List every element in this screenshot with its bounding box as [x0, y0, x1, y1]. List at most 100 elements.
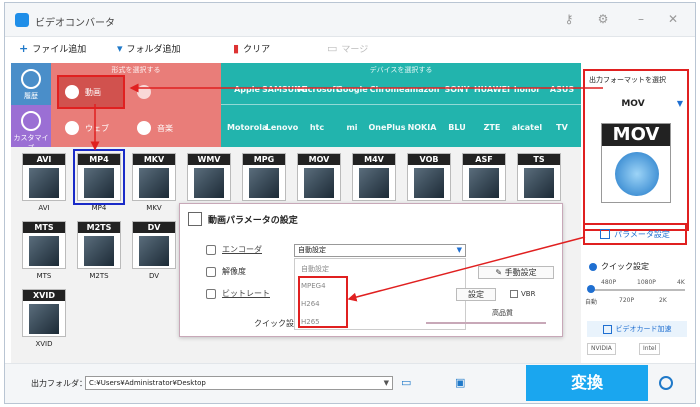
gear-icon — [21, 111, 41, 131]
device-logo-row2[interactable]: OnePlus — [367, 123, 407, 132]
history-icon — [21, 69, 41, 89]
output-folder-input[interactable]: C:¥Users¥Administrator¥Desktop ▼ — [85, 376, 393, 390]
close-icon[interactable]: ✕ — [665, 11, 681, 27]
open-folder-icon[interactable]: ▣ — [455, 376, 469, 389]
format-image — [29, 168, 59, 198]
add-folder-button[interactable]: ▾ フォルダ追加 — [117, 42, 181, 55]
quick-slider-knob[interactable] — [587, 285, 595, 293]
play-icon — [65, 85, 79, 99]
speed-icon — [589, 262, 597, 271]
format-image — [139, 236, 169, 266]
title-bar: ビデオコンバータ ⚷ ⚙ – ✕ — [5, 3, 695, 37]
key-icon[interactable]: ⚷ — [561, 11, 577, 27]
format-thumbnail: M4V — [352, 153, 396, 201]
format-caption: M2TS — [89, 272, 109, 280]
format-caption: DV — [148, 272, 160, 280]
device-logo-row2[interactable]: htc — [297, 123, 337, 132]
setting-button[interactable]: 設定 — [456, 288, 496, 301]
music-format-button[interactable]: 音楽 — [137, 121, 173, 135]
folder-icon[interactable]: ▭ — [401, 376, 415, 389]
speed-label-1080p: 1080P — [637, 279, 656, 286]
merge-button[interactable]: ▭ マージ — [327, 42, 368, 55]
device-logo-row1[interactable]: SONY — [437, 85, 477, 94]
output-format-box[interactable]: 出力フォーマットを選択 MOV ▼ MOV — [583, 69, 689, 231]
customize-button[interactable]: カスタマイズ — [11, 105, 51, 152]
add-file-button[interactable]: + ファイル追加 — [19, 42, 86, 55]
device-logo-row2[interactable]: Lenovo — [262, 123, 302, 132]
device-logo-row2[interactable]: alcatel — [507, 123, 547, 132]
device-logo-row1[interactable]: amazon — [402, 85, 442, 94]
format-tile-dv[interactable]: DV DV — [131, 221, 177, 280]
quick-setting-heading: クイック設定 — [589, 261, 649, 272]
format-tile-mts[interactable]: MTS MTS — [21, 221, 67, 280]
param-setting-button[interactable]: パラメータ設定 — [583, 223, 687, 245]
bottom-bar: 出力フォルダ： C:¥Users¥Administrator¥Desktop ▼… — [5, 363, 695, 403]
device-logo-row2[interactable]: ZTE — [472, 123, 512, 132]
device-logo-row1[interactable]: ASUS — [542, 85, 582, 94]
format-thumbnail-label: WMV — [188, 154, 230, 165]
format-tile-m2ts[interactable]: M2TS M2TS — [76, 221, 122, 280]
device-logo-row1[interactable]: Apple — [227, 85, 267, 94]
settings-icon[interactable]: ⚙ — [595, 11, 611, 27]
format-tile-mkv[interactable]: MKV MKV — [131, 153, 177, 212]
convert-button[interactable]: 変換 — [526, 365, 648, 401]
device-logo-row1[interactable]: HUAWEI — [472, 85, 512, 94]
speed-label-auto: 自動 — [585, 299, 598, 306]
quicktime-icon — [615, 152, 659, 196]
history-button[interactable]: 履歴 — [11, 63, 51, 105]
format-thumbnail-label: M2TS — [78, 222, 120, 233]
format-image — [29, 236, 59, 266]
format-thumbnail-label: TS — [518, 154, 560, 165]
device-logo-row2[interactable]: mi — [332, 123, 372, 132]
format-thumbnail-label: MP4 — [78, 154, 120, 165]
format-caption: MTS — [36, 272, 52, 280]
minimize-icon[interactable]: – — [633, 11, 649, 27]
format-thumbnail: XVID — [22, 289, 66, 337]
web-format-button[interactable]: ウェブ — [65, 121, 109, 135]
format-thumbnail: VOB — [407, 153, 451, 201]
device-logo-row1[interactable]: SAMSUNG — [262, 85, 307, 94]
hd-format-button[interactable] — [137, 85, 151, 99]
clear-button[interactable]: ▮ クリア — [233, 42, 270, 55]
gpu-icon — [602, 324, 612, 334]
format-image — [469, 168, 499, 198]
vbr-checkbox[interactable]: VBR — [510, 290, 535, 298]
speed-label-4k: 4K — [677, 279, 685, 286]
device-logo-row1[interactable]: Chrome — [367, 85, 407, 94]
chevron-down-icon: ▼ — [676, 99, 683, 108]
device-logo-row1[interactable]: Google — [332, 85, 372, 94]
device-logo-row2[interactable]: BLU — [437, 123, 477, 132]
video-param-dialog: 動画パラメータの設定 エンコーダ 解像度 ビットレート クイック設定 自動設定 … — [179, 203, 563, 337]
device-logo-row2[interactable]: Motorola — [227, 123, 267, 132]
format-thumbnail-label: XVID — [23, 290, 65, 301]
format-tile-mp4[interactable]: MP4 MP4 — [73, 149, 125, 212]
gpu-accel-button[interactable]: ビデオカード加速 — [587, 321, 687, 337]
format-thumbnail-label: MTS — [23, 222, 65, 233]
gear-icon — [206, 244, 216, 255]
codec-options-highlight — [298, 276, 348, 328]
quality-bar — [426, 322, 546, 324]
device-logo-row2[interactable]: TV — [542, 123, 582, 132]
option-auto[interactable]: 自動設定 — [301, 264, 329, 274]
format-tile-avi[interactable]: AVI AVI — [21, 153, 67, 212]
speed-label-480p: 480P — [601, 279, 617, 286]
output-format-value: MOV — [621, 99, 645, 109]
format-caption: AVI — [38, 204, 50, 212]
merge-icon: ▭ — [327, 42, 338, 55]
format-thumbnail-label: ASF — [463, 154, 505, 165]
trash-icon: ▮ — [233, 42, 240, 55]
format-tile-xvid[interactable]: XVID XVID — [21, 289, 67, 348]
speaker-icon — [137, 121, 151, 135]
device-logo-row1[interactable]: honor — [507, 85, 547, 94]
alarm-clock-icon[interactable] — [659, 376, 673, 390]
format-thumbnail-label: VOB — [408, 154, 450, 165]
manual-setting-button[interactable]: ✎ 手動設定 — [478, 266, 554, 279]
device-logo-row1[interactable]: Microsoft — [297, 85, 339, 94]
encoder-select[interactable]: 自動設定 ▼ — [294, 244, 466, 257]
video-format-button[interactable]: 動画 — [65, 85, 101, 99]
device-logo-row2[interactable]: NOKIA — [402, 123, 442, 132]
format-section-label: 形式を選択する — [111, 66, 161, 74]
output-panel: 出力フォーマットを選択 MOV ▼ MOV パラメータ設定 クイック設定 480… — [581, 63, 695, 363]
quick-slider-track[interactable] — [589, 289, 685, 291]
output-folder-label: 出力フォルダ： — [31, 379, 87, 388]
